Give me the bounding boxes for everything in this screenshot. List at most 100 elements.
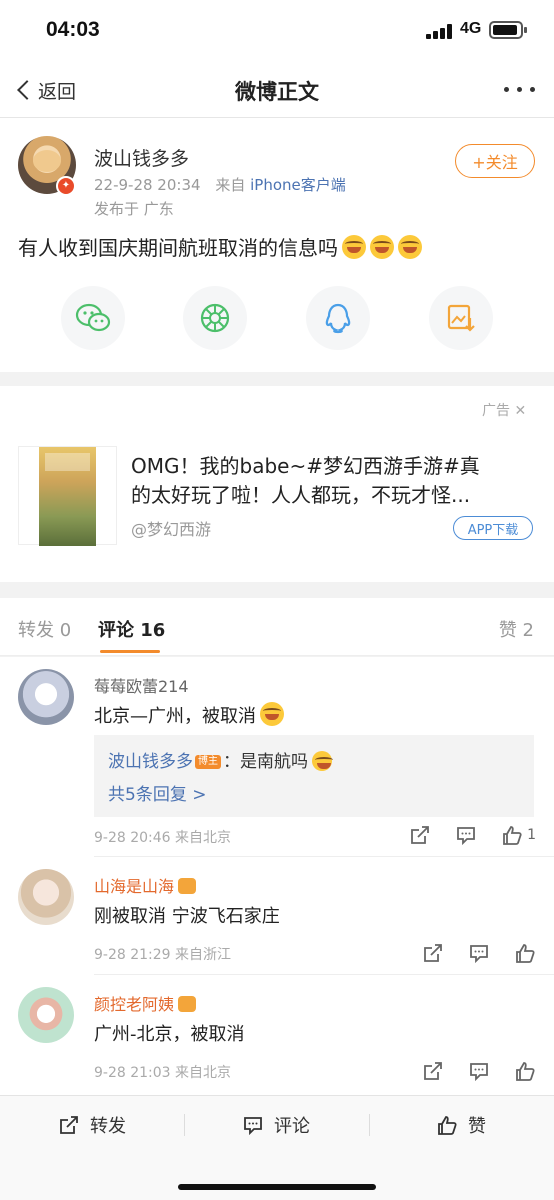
reply-author[interactable]: 波山钱多多 bbox=[108, 752, 193, 772]
like-label: 赞 bbox=[468, 1116, 486, 1137]
like-icon[interactable] bbox=[501, 824, 523, 846]
repost-icon[interactable] bbox=[422, 942, 444, 964]
nav-bar: 返回 微博正文 bbox=[0, 62, 554, 118]
post-text: 有人收到国庆期间航班取消的信息吗 bbox=[18, 232, 422, 261]
post-card: ✦ 波山钱多多 22-9-28 20:34 来自 iPhone客户端 发布于 广… bbox=[0, 118, 554, 372]
comment-icon[interactable] bbox=[468, 942, 490, 964]
author-badge: 博主 bbox=[195, 755, 221, 769]
avatar[interactable] bbox=[18, 869, 74, 925]
comment-icon[interactable] bbox=[468, 1060, 490, 1082]
ad-brand[interactable]: @梦幻西游 bbox=[131, 516, 211, 540]
repost-icon[interactable] bbox=[409, 824, 431, 846]
tab-comments[interactable]: 评论 16 bbox=[98, 616, 165, 642]
comment-item: 山海是山海 刚被取消 宁波飞石家庄 9-28 21:29 来自浙江 bbox=[0, 857, 554, 975]
comment-username: 颜控老阿姨 bbox=[94, 995, 175, 1014]
comment-username: 山海是山海 bbox=[94, 877, 175, 896]
sleepy-emoji-icon bbox=[312, 751, 333, 771]
app-download-button[interactable]: APP下载 bbox=[453, 516, 533, 540]
wechat-icon bbox=[75, 303, 111, 332]
laugh-cry-emoji-icon bbox=[342, 235, 366, 259]
vip-crown-icon bbox=[178, 996, 197, 1012]
divider bbox=[184, 1114, 185, 1136]
ad-label: 广告 bbox=[482, 403, 510, 419]
laugh-cry-emoji-icon bbox=[398, 235, 422, 259]
comment-item: 颜控老阿姨 广州-北京，被取消 9-28 21:03 来自北京 bbox=[0, 975, 554, 1095]
comment-text: 广州-北京，被取消 bbox=[94, 1024, 245, 1045]
comment-user[interactable]: 山海是山海 bbox=[94, 873, 197, 897]
comment-actions bbox=[398, 942, 536, 964]
status-time: 04:03 bbox=[46, 18, 100, 41]
signal-icon bbox=[426, 23, 454, 39]
page-title: 微博正文 bbox=[235, 80, 319, 104]
network-type: 4G bbox=[460, 20, 482, 37]
repost-label: 转发 bbox=[90, 1116, 126, 1137]
home-indicator[interactable] bbox=[178, 1184, 376, 1190]
comment-body: 北京—广州，被取消 bbox=[94, 706, 256, 727]
reply-text: ：是南航吗 bbox=[223, 752, 308, 772]
comment-user[interactable]: 颜控老阿姨 bbox=[94, 991, 197, 1015]
tab-repost[interactable]: 转发 0 bbox=[18, 616, 71, 642]
save-image-button[interactable] bbox=[429, 286, 493, 350]
comment-actions: 1 bbox=[385, 824, 536, 846]
more-replies-link[interactable]: 共5条回复 > bbox=[108, 780, 206, 805]
post-body: 有人收到国庆期间航班取消的信息吗 bbox=[18, 236, 338, 260]
ad-card[interactable]: 广告 ✕ OMG！我的babe~#梦幻西游手游#真 的太好玩了啦！人人都玩，不玩… bbox=[0, 386, 554, 582]
tab-indicator bbox=[100, 650, 160, 653]
comment-text: 刚被取消 宁波飞石家庄 bbox=[94, 906, 280, 927]
status-bar: 04:03 4G bbox=[0, 0, 554, 62]
reply-line: 波山钱多多 博主 ：是南航吗 bbox=[108, 747, 333, 772]
follow-button[interactable]: +关注 bbox=[455, 144, 535, 178]
comment-user[interactable]: 莓莓欧蕾214 bbox=[94, 673, 189, 697]
vip-crown-icon bbox=[178, 878, 197, 894]
post-source[interactable]: iPhone客户端 bbox=[250, 176, 346, 194]
moments-share-button[interactable] bbox=[183, 286, 247, 350]
avatar[interactable] bbox=[18, 987, 74, 1043]
moments-icon bbox=[200, 303, 230, 333]
battery-icon bbox=[489, 21, 527, 39]
share-row bbox=[0, 286, 554, 356]
laugh-cry-emoji-icon bbox=[370, 235, 394, 259]
qq-share-button[interactable] bbox=[306, 286, 370, 350]
divider bbox=[369, 1114, 370, 1136]
save-image-icon bbox=[447, 304, 475, 332]
verified-badge-icon: ✦ bbox=[56, 176, 76, 196]
repost-icon bbox=[60, 1116, 78, 1134]
like-icon[interactable] bbox=[514, 1060, 536, 1082]
avatar[interactable] bbox=[18, 669, 74, 725]
reply-preview[interactable]: 波山钱多多 博主 ：是南航吗 共5条回复 > bbox=[94, 735, 534, 817]
post-location: 发布于 广东 bbox=[94, 200, 174, 218]
comment-button[interactable]: 评论 bbox=[242, 1110, 310, 1140]
comment-icon[interactable] bbox=[455, 824, 477, 846]
comment-label: 评论 bbox=[274, 1116, 310, 1137]
comment-meta: 9-28 21:03 来自北京 bbox=[94, 1065, 232, 1081]
more-icon[interactable] bbox=[502, 87, 538, 95]
like-button[interactable]: 赞 bbox=[436, 1110, 486, 1140]
comment-actions bbox=[398, 1060, 536, 1082]
repost-icon[interactable] bbox=[422, 1060, 444, 1082]
comment-item: 莓莓欧蕾214 北京—广州，被取消 波山钱多多 博主 ：是南航吗 共5条回复 > 9… bbox=[0, 657, 554, 857]
like-icon bbox=[438, 1116, 457, 1135]
from-prefix: 来自 bbox=[215, 176, 246, 194]
repost-button[interactable]: 转发 bbox=[58, 1110, 126, 1140]
ad-text: OMG！我的babe~#梦幻西游手游#真 的太好玩了啦！人人都玩，不玩才怪... bbox=[131, 452, 531, 510]
ad-close-button[interactable]: 广告 ✕ bbox=[482, 400, 526, 420]
like-count: 1 bbox=[527, 827, 536, 843]
author-name[interactable]: 波山钱多多 bbox=[94, 144, 189, 171]
post-time: 22-9-28 20:34 bbox=[94, 176, 201, 194]
tab-likes[interactable]: 赞 2 bbox=[499, 616, 534, 642]
post-meta: 22-9-28 20:34 来自 iPhone客户端 bbox=[94, 174, 346, 195]
qq-icon bbox=[325, 303, 351, 334]
comment-meta: 9-28 21:29 来自浙江 bbox=[94, 947, 232, 963]
ad-line-1: OMG！我的babe~#梦幻西游手游#真 bbox=[131, 454, 480, 478]
like-icon[interactable] bbox=[514, 942, 536, 964]
crying-emoji-icon bbox=[260, 702, 284, 726]
comment-meta: 9-28 20:46 来自北京 bbox=[94, 830, 232, 846]
close-icon: ✕ bbox=[510, 403, 527, 419]
comment-icon bbox=[244, 1117, 262, 1136]
comment-list: 莓莓欧蕾214 北京—广州，被取消 波山钱多多 博主 ：是南航吗 共5条回复 > 9… bbox=[0, 657, 554, 1095]
ad-thumbnail[interactable] bbox=[18, 446, 117, 546]
wechat-share-button[interactable] bbox=[61, 286, 125, 350]
post-tabs: 转发 0 评论 16 赞 2 bbox=[0, 598, 554, 656]
ad-line-2: 的太好玩了啦！人人都玩，不玩才怪... bbox=[131, 483, 471, 507]
comment-text: 北京—广州，被取消 bbox=[94, 702, 284, 728]
